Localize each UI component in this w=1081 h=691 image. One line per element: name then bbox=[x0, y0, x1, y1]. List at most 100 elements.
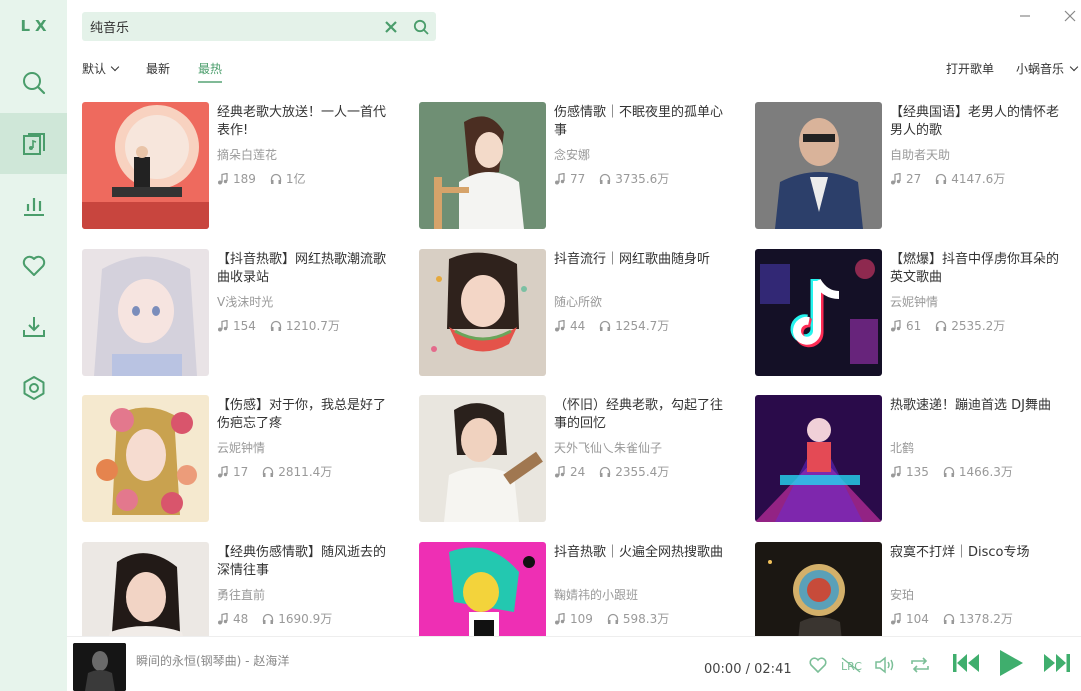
play-count: 2355.4万 bbox=[615, 465, 670, 479]
sidebar-item-leaderboard[interactable] bbox=[0, 174, 67, 235]
sidebar-item-song-list[interactable] bbox=[0, 113, 67, 174]
search-submit-button[interactable] bbox=[406, 12, 436, 41]
playlist-title[interactable]: 热歌速递！蹦迪首选 DJ舞曲 bbox=[890, 397, 1070, 415]
sidebar-item-download[interactable] bbox=[0, 296, 67, 357]
playlist-title[interactable]: 【经典伤感情歌】随风逝去的深情往事 bbox=[217, 544, 397, 580]
song-count: 109 bbox=[570, 611, 593, 626]
toolbar-right: 打开歌单 小蜗音乐 bbox=[924, 60, 1079, 77]
song-count: 154 bbox=[233, 318, 256, 333]
playlist-card[interactable]: 寂寞不打烊｜Disco专场 安珀 104 1378.2万 bbox=[755, 542, 1072, 636]
playlist-author: 天外飞仙乀朱雀仙子 bbox=[554, 441, 663, 455]
playlist-title[interactable]: 【燃爆】抖音中俘虏你耳朵的英文歌曲 bbox=[890, 251, 1070, 287]
playlist-title[interactable]: 【伤感】对于你，我总是好了伤疤忘了疼 bbox=[217, 397, 397, 433]
playlist-author: 随心所欲 bbox=[554, 295, 603, 309]
playlist-cover[interactable] bbox=[82, 542, 209, 636]
app-logo: LX bbox=[20, 17, 52, 35]
playlist-cover[interactable] bbox=[755, 102, 882, 229]
playlist-cover[interactable] bbox=[82, 395, 209, 522]
search-input[interactable]: 纯音乐 bbox=[82, 17, 376, 36]
playlist-cover[interactable] bbox=[755, 249, 882, 376]
playlist-cover[interactable] bbox=[82, 102, 209, 229]
playlist-title[interactable]: 经典老歌大放送！一人一首代表作! bbox=[217, 104, 397, 140]
playlist-card[interactable]: 抖音流行｜网红歌曲随身听 随心所欲 44 1254.7万 bbox=[419, 249, 739, 377]
song-count: 61 bbox=[906, 318, 922, 333]
download-icon bbox=[22, 316, 45, 337]
playlist-title[interactable]: 【抖音热歌】网红热歌潮流歌曲收录站 bbox=[217, 251, 397, 287]
playlist-cover[interactable] bbox=[82, 249, 209, 376]
song-count: 104 bbox=[906, 611, 929, 626]
playlist-title[interactable]: 抖音流行｜网红歌曲随身听 bbox=[554, 251, 734, 269]
open-list-button[interactable]: 打开歌单 bbox=[946, 60, 994, 77]
playlist-cover[interactable] bbox=[419, 395, 546, 522]
headphones-icon bbox=[936, 320, 947, 331]
song-list-icon bbox=[22, 132, 45, 155]
playlist-title[interactable]: 伤感情歌｜不眠夜里的孤单心事 bbox=[554, 104, 734, 140]
sort-tab-default[interactable]: 默认 bbox=[82, 60, 120, 81]
sidebar-item-search[interactable] bbox=[0, 52, 67, 113]
heart-plus-icon bbox=[809, 657, 827, 674]
song-count: 189 bbox=[233, 171, 256, 186]
previous-button[interactable] bbox=[952, 651, 980, 675]
headphones-icon bbox=[600, 320, 611, 331]
playlist-title[interactable]: 寂寞不打烊｜Disco专场 bbox=[890, 544, 1070, 562]
lyrics-off-icon: LRC bbox=[841, 657, 862, 673]
playlist-card[interactable]: 【伤感】对于你，我总是好了伤疤忘了疼 云妮钟情 17 2811.4万 bbox=[82, 395, 402, 523]
close-icon bbox=[385, 20, 397, 33]
playlist-card[interactable]: 【燃爆】抖音中俘虏你耳朵的英文歌曲 云妮钟情 61 2535.2万 bbox=[755, 249, 1072, 377]
favorite-button[interactable] bbox=[808, 655, 828, 675]
sort-tab-newest[interactable]: 最新 bbox=[146, 60, 170, 81]
music-note-icon bbox=[891, 172, 901, 184]
playlist-card[interactable]: 【经典伤感情歌】随风逝去的深情往事 勇往直前 48 1690.9万 bbox=[82, 542, 402, 636]
playlist-card[interactable]: 抖音热歌｜火遍全网热搜歌曲 鞠婧祎的小跟班 109 598.3万 bbox=[419, 542, 739, 636]
play-count: 1466.3万 bbox=[958, 465, 1013, 479]
sidebar-item-settings[interactable] bbox=[0, 357, 67, 418]
lyrics-button[interactable]: LRC bbox=[840, 655, 862, 675]
search-icon bbox=[413, 19, 429, 35]
clear-search-button[interactable] bbox=[376, 12, 406, 41]
playlist-grid: 经典老歌大放送！一人一首代表作! 摘朵白莲花 189 1亿 伤感情歌｜不眠夜里的… bbox=[82, 102, 1072, 636]
playlist-card[interactable]: 伤感情歌｜不眠夜里的孤单心事 念安娜 77 3735.6万 bbox=[419, 102, 739, 230]
play-count: 1210.7万 bbox=[285, 319, 340, 333]
playlist-card[interactable]: 经典老歌大放送！一人一首代表作! 摘朵白莲花 189 1亿 bbox=[82, 102, 402, 230]
playlist-title[interactable]: （怀旧）经典老歌，勾起了往事的回忆 bbox=[554, 397, 734, 433]
music-note-icon bbox=[555, 319, 565, 331]
playlist-title[interactable]: 【经典国语】老男人的情怀老男人的歌 bbox=[890, 104, 1070, 140]
song-count: 48 bbox=[233, 611, 249, 626]
music-note-icon bbox=[555, 612, 565, 624]
playlist-author: V浅沫时光 bbox=[217, 295, 274, 309]
playlist-cover[interactable] bbox=[419, 542, 546, 636]
play-button[interactable] bbox=[998, 649, 1024, 677]
music-note-icon bbox=[555, 465, 565, 477]
headphones-icon bbox=[263, 466, 274, 477]
close-icon bbox=[1064, 10, 1076, 22]
playlist-cover[interactable] bbox=[419, 102, 546, 229]
sort-tab-hottest[interactable]: 最热 bbox=[198, 60, 223, 83]
next-button[interactable] bbox=[1043, 651, 1071, 675]
close-window-button[interactable] bbox=[1058, 6, 1081, 26]
playlist-title[interactable]: 抖音热歌｜火遍全网热搜歌曲 bbox=[554, 544, 734, 562]
playlist-cover[interactable] bbox=[419, 249, 546, 376]
headphones-icon bbox=[270, 320, 282, 331]
minimize-button[interactable] bbox=[1013, 6, 1037, 26]
playlist-author: 鞠婧祎的小跟班 bbox=[554, 588, 639, 602]
playlist-cover[interactable] bbox=[755, 395, 882, 522]
music-note-icon bbox=[218, 172, 228, 184]
music-note-icon bbox=[891, 319, 901, 331]
playlist-card[interactable]: （怀旧）经典老歌，勾起了往事的回忆 天外飞仙乀朱雀仙子 24 2355.4万 bbox=[419, 395, 739, 523]
repeat-mode-button[interactable] bbox=[909, 655, 931, 675]
skip-next-icon bbox=[1044, 654, 1070, 672]
playlist-card[interactable]: 【抖音热歌】网红热歌潮流歌曲收录站 V浅沫时光 154 1210.7万 bbox=[82, 249, 402, 377]
play-count: 1690.9万 bbox=[278, 612, 333, 626]
volume-button[interactable] bbox=[874, 655, 896, 675]
search-icon bbox=[22, 71, 45, 94]
repeat-icon bbox=[911, 657, 929, 673]
playlist-card[interactable]: 【经典国语】老男人的情怀老男人的歌 自助者天助 27 4147.6万 bbox=[755, 102, 1072, 230]
chevron-down-icon bbox=[1069, 62, 1079, 71]
song-count: 77 bbox=[570, 171, 586, 186]
sidebar-item-favorites[interactable] bbox=[0, 235, 67, 296]
now-playing-cover[interactable] bbox=[73, 643, 126, 691]
playback-time: 00:00 / 02:41 bbox=[704, 662, 792, 677]
playlist-card[interactable]: 热歌速递！蹦迪首选 DJ舞曲 北鹤 135 1466.3万 bbox=[755, 395, 1072, 523]
playlist-cover[interactable] bbox=[755, 542, 882, 636]
source-select[interactable]: 小蜗音乐 bbox=[1016, 60, 1079, 77]
